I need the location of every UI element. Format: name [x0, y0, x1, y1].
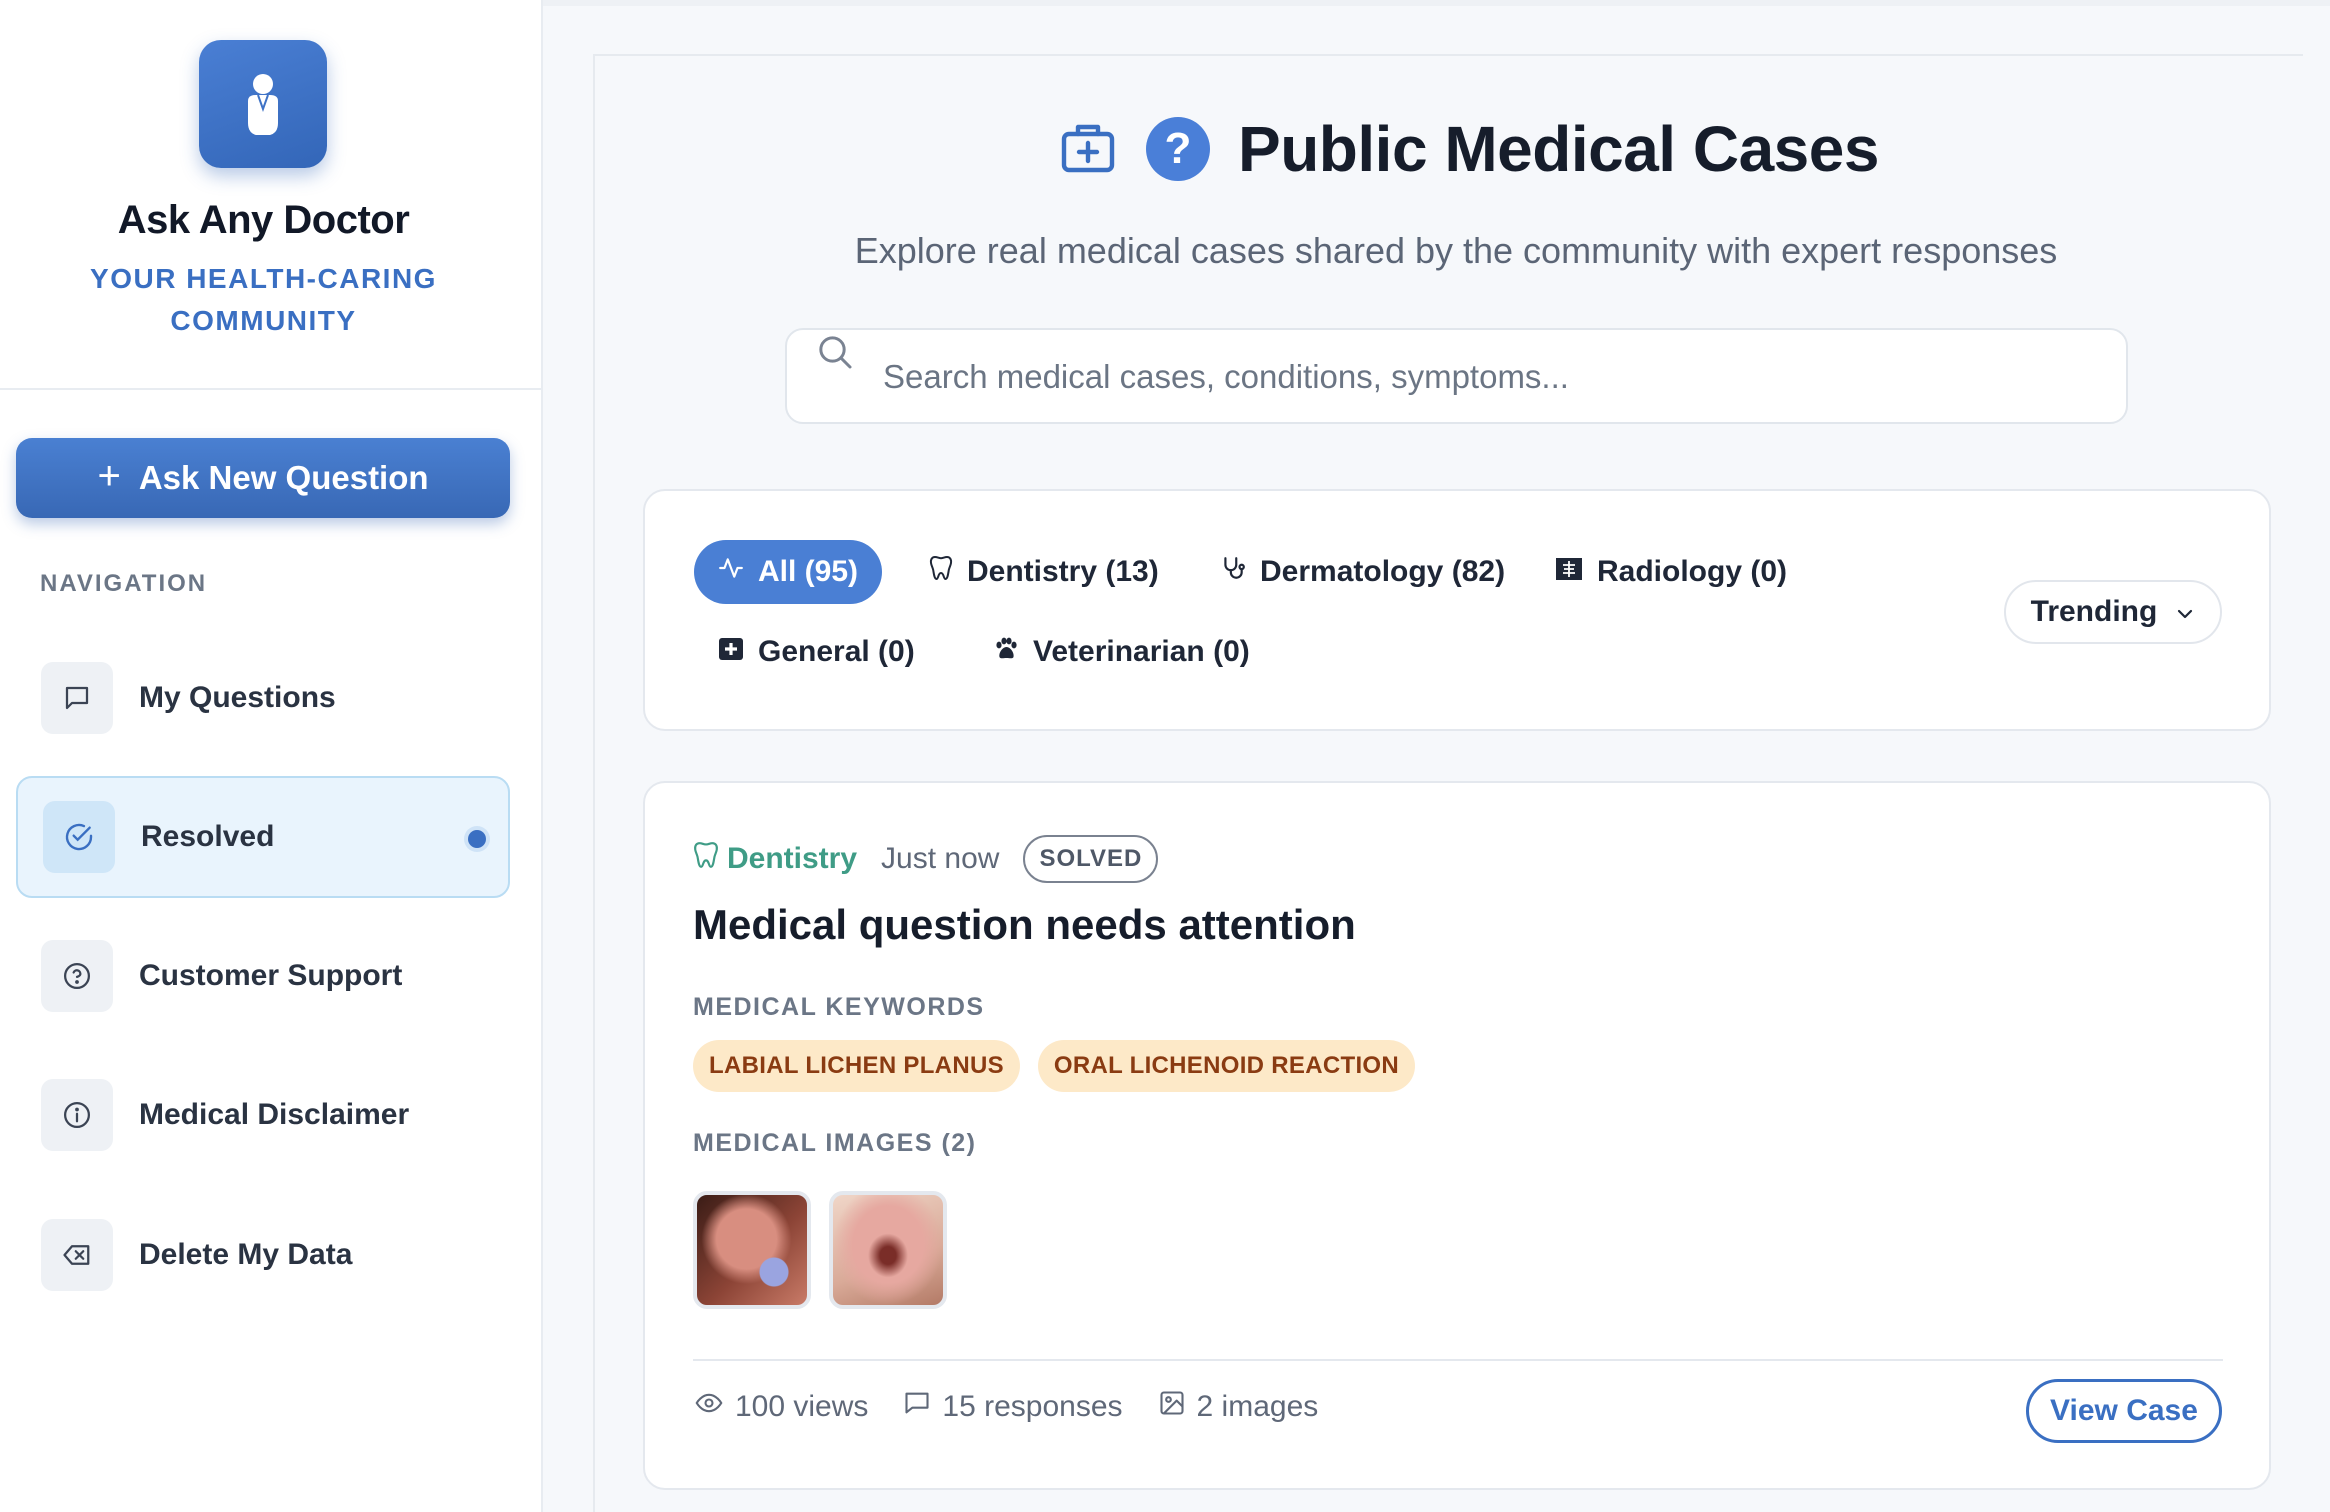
sidebar-item-customer-support[interactable]: Customer Support	[16, 915, 510, 1037]
medical-plus-icon	[718, 635, 744, 669]
sidebar-item-label: Medical Disclaimer	[139, 1098, 410, 1131]
paw-icon	[993, 635, 1019, 669]
medical-kit-icon	[1058, 118, 1118, 181]
filter-chip-radiology[interactable]: Radiology (0)	[1531, 540, 1811, 604]
chevron-down-icon	[2175, 595, 2195, 629]
check-circle-icon	[43, 801, 115, 873]
filter-chip-label: Dermatology (82)	[1260, 555, 1506, 588]
active-indicator-dot	[468, 830, 486, 848]
sort-value: Trending	[2030, 595, 2158, 628]
brand-header: Ask Any Doctor YOUR HEALTH-CARING COMMUN…	[0, 0, 541, 390]
message-square-icon	[902, 1389, 932, 1425]
doctor-logo-icon	[199, 40, 327, 168]
sidebar-item-label: Delete My Data	[139, 1238, 353, 1271]
app-name: Ask Any Doctor	[117, 198, 410, 242]
x-ray-icon	[1555, 555, 1583, 589]
views-count: 100 views	[735, 1390, 869, 1423]
delete-backspace-icon	[41, 1219, 113, 1291]
image-gallery	[693, 1191, 947, 1309]
page-title: Public Medical Cases	[1238, 113, 1879, 185]
search-bar[interactable]	[785, 328, 2128, 424]
case-timestamp: Just now	[881, 842, 1000, 875]
sidebar-item-label: Customer Support	[139, 959, 403, 992]
page-subtitle: Explore real medical cases shared by the…	[854, 230, 2058, 271]
eye-icon	[693, 1389, 725, 1425]
sidebar-item-label: My Questions	[139, 681, 336, 714]
tooth-icon	[929, 555, 953, 589]
keyword-list: LABIAL LICHEN PLANUS ORAL LICHENOID REAC…	[693, 1040, 1416, 1092]
keyword-tag: LABIAL LICHEN PLANUS	[693, 1040, 1020, 1092]
message-square-icon	[41, 662, 113, 734]
info-icon	[41, 1079, 113, 1151]
sidebar-item-medical-disclaimer[interactable]: Medical Disclaimer	[16, 1054, 510, 1176]
app-tagline: YOUR HEALTH-CARING COMMUNITY	[90, 263, 437, 336]
sidebar-item-label: Resolved	[141, 820, 275, 853]
navigation-heading: NAVIGATION	[40, 570, 208, 597]
case-meta: Dentistry Just now SOLVED	[693, 835, 1159, 883]
filter-chip-dentistry[interactable]: Dentistry (13)	[905, 540, 1183, 604]
filter-chip-label: Dentistry (13)	[967, 555, 1159, 588]
responses-stat: 15 responses	[902, 1389, 1123, 1425]
case-category-label: Dentistry	[727, 842, 858, 875]
ask-new-question-label: Ask New Question	[138, 459, 429, 496]
case-stats: 100 views 15 responses 2 images	[693, 1389, 1318, 1425]
page-header: ? Public Medical Cases	[1058, 112, 1879, 186]
top-divider	[543, 0, 2330, 6]
image-icon	[1157, 1389, 1187, 1425]
images-heading: MEDICAL IMAGES (2)	[693, 1129, 977, 1157]
images-stat: 2 images	[1157, 1389, 1319, 1425]
responses-count: 15 responses	[942, 1390, 1123, 1423]
filter-chip-general[interactable]: General (0)	[694, 620, 939, 684]
sidebar: Ask Any Doctor YOUR HEALTH-CARING COMMUN…	[0, 0, 543, 1512]
case-card[interactable]: Dentistry Just now SOLVED Medical questi…	[643, 781, 2271, 1490]
card-divider	[693, 1359, 2223, 1361]
case-category-tag: Dentistry	[693, 841, 857, 877]
medical-image-thumbnail[interactable]	[829, 1191, 947, 1309]
medical-image-thumbnail[interactable]	[693, 1191, 811, 1309]
sidebar-item-my-questions[interactable]: My Questions	[16, 637, 510, 759]
view-case-button[interactable]: View Case	[2026, 1379, 2222, 1443]
images-count: 2 images	[1196, 1390, 1319, 1423]
activity-icon	[718, 555, 744, 589]
case-title[interactable]: Medical question needs attention	[693, 901, 1356, 949]
status-badge: SOLVED	[1023, 835, 1159, 883]
tooth-icon	[693, 841, 719, 877]
plus-icon: +	[97, 454, 121, 498]
filter-chip-label: Veterinarian (0)	[1033, 635, 1250, 668]
filter-chip-all[interactable]: All (95)	[694, 540, 883, 604]
help-circle-icon	[41, 940, 113, 1012]
sidebar-item-delete-my-data[interactable]: Delete My Data	[16, 1194, 510, 1316]
question-circle-icon: ?	[1146, 117, 1210, 181]
filter-chip-label: Radiology (0)	[1597, 555, 1788, 588]
stethoscope-icon	[1220, 555, 1246, 589]
filter-chip-label: All (95)	[758, 555, 859, 588]
ask-new-question-button[interactable]: + Ask New Question	[16, 438, 510, 518]
sort-dropdown[interactable]: Trending	[2004, 580, 2222, 644]
search-input[interactable]	[883, 350, 2083, 404]
sidebar-item-resolved[interactable]: Resolved	[16, 776, 510, 898]
filter-chip-label: General (0)	[758, 635, 915, 668]
search-icon	[815, 332, 855, 377]
keyword-tag: ORAL LICHENOID REACTION	[1037, 1040, 1416, 1092]
filter-chip-dermatology[interactable]: Dermatology (82)	[1196, 540, 1529, 604]
category-filter-panel: All (95) Dentistry (13) Dermatology (82)…	[643, 489, 2271, 731]
keywords-heading: MEDICAL KEYWORDS	[693, 993, 985, 1021]
filter-chip-veterinarian[interactable]: Veterinarian (0)	[969, 620, 1274, 684]
views-stat: 100 views	[693, 1389, 868, 1425]
